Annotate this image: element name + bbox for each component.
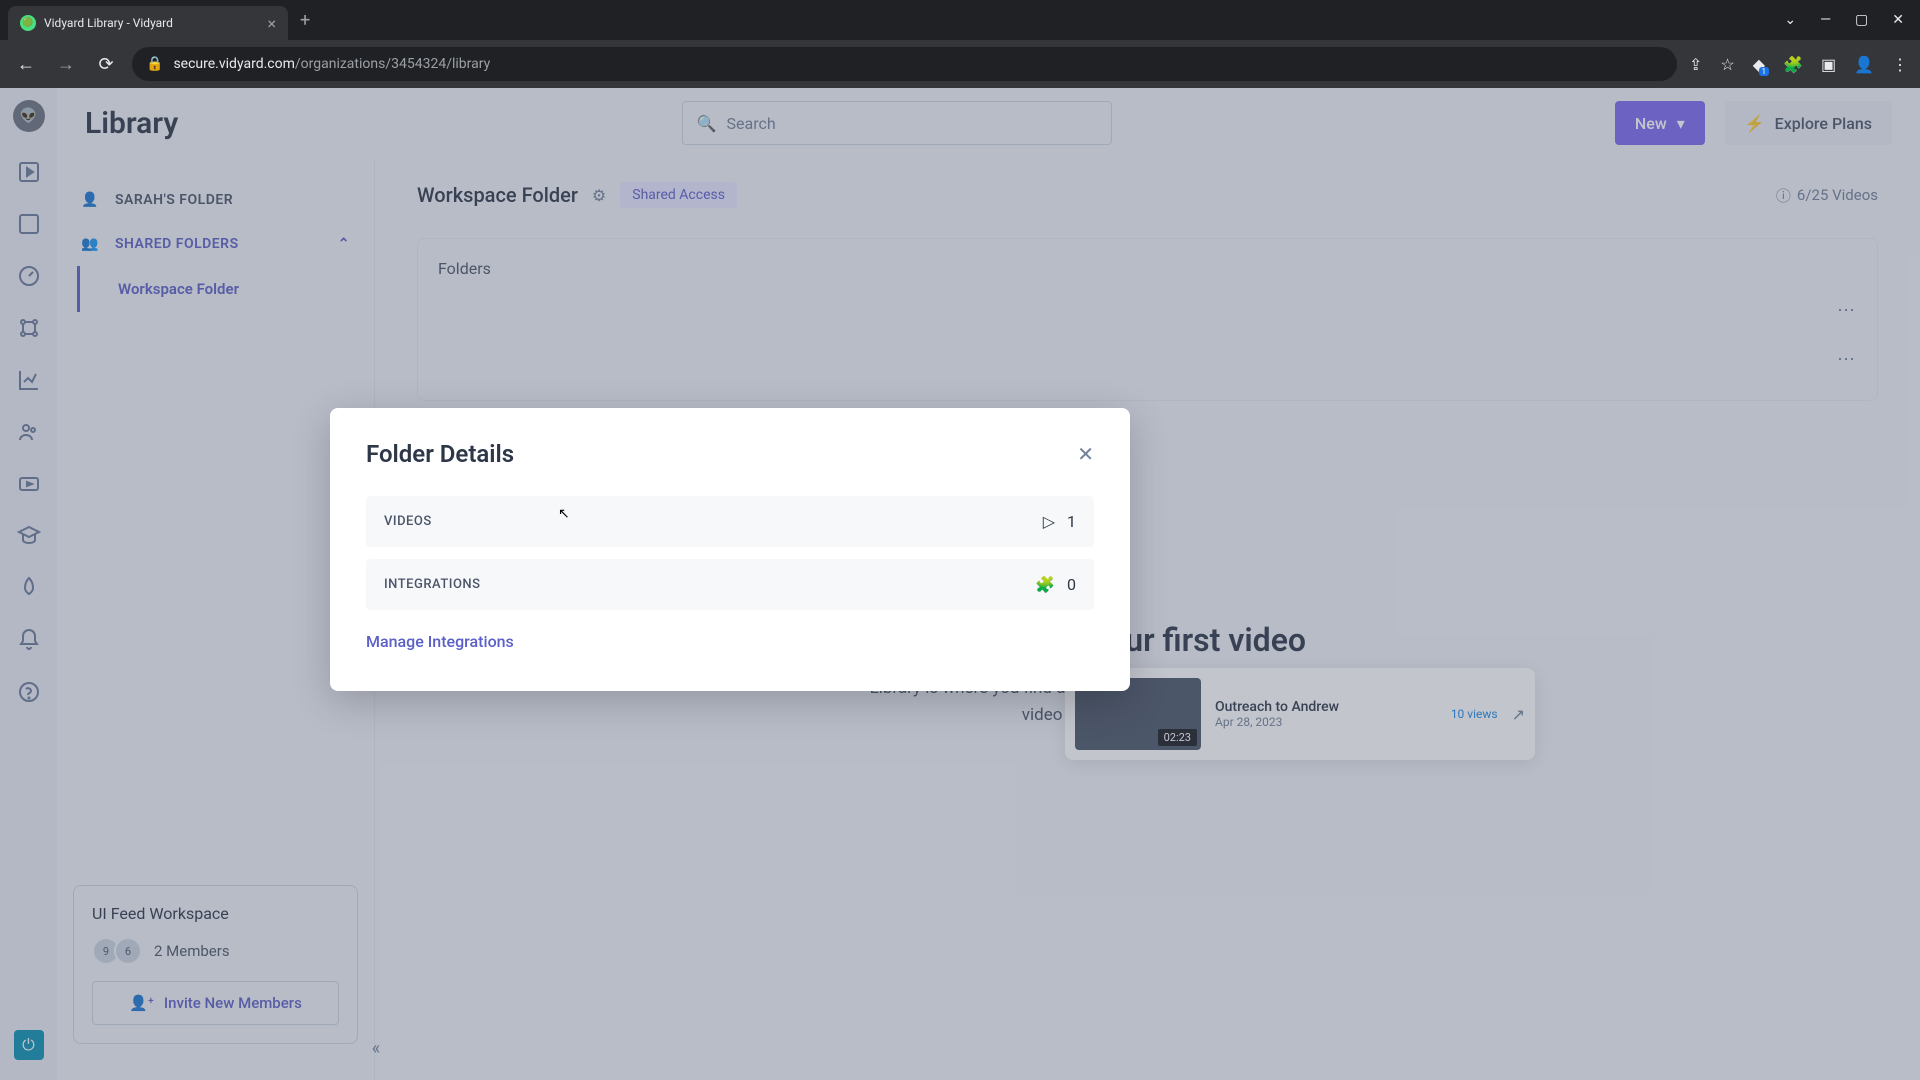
profile-icon[interactable]: 👤: [1854, 55, 1874, 74]
nav-reload-icon[interactable]: ⟳: [92, 54, 120, 75]
puzzle-icon: 🧩: [1035, 575, 1055, 594]
folder-details-modal: Folder Details ✕ VIDEOS ▷ 1 INTEGRATIONS…: [330, 408, 1130, 691]
nav-back-icon[interactable]: ←: [12, 54, 40, 75]
modal-title: Folder Details: [366, 440, 514, 468]
manage-integrations-link[interactable]: Manage Integrations: [366, 632, 514, 651]
share-icon[interactable]: ⇪: [1689, 55, 1702, 74]
minimize-icon[interactable]: —: [1820, 12, 1831, 28]
url-input[interactable]: 🔒 secure.vidyard.com/organizations/34543…: [132, 47, 1677, 81]
sidepanel-icon[interactable]: ▣: [1821, 55, 1836, 74]
new-tab-button[interactable]: +: [300, 10, 310, 31]
stat-label: VIDEOS: [384, 514, 432, 529]
play-icon: ▷: [1043, 512, 1055, 531]
menu-icon[interactable]: ⋮: [1892, 55, 1908, 74]
tab-close-icon[interactable]: ×: [267, 14, 276, 33]
extensions-icon[interactable]: 🧩: [1783, 55, 1803, 74]
stat-value: 1: [1067, 512, 1076, 531]
stat-videos: VIDEOS ▷ 1: [366, 496, 1094, 547]
close-window-icon[interactable]: ✕: [1892, 12, 1904, 28]
nav-forward-icon[interactable]: →: [52, 54, 80, 75]
browser-tab[interactable]: 🟢 Vidyard Library - Vidyard ×: [8, 6, 288, 40]
stat-integrations: INTEGRATIONS 🧩 0: [366, 559, 1094, 610]
browser-url-bar: ← → ⟳ 🔒 secure.vidyard.com/organizations…: [0, 40, 1920, 88]
tabs-dropdown-icon[interactable]: ⌄: [1784, 12, 1796, 28]
bookmark-icon[interactable]: ☆: [1720, 55, 1734, 74]
tab-favicon-icon: 🟢: [20, 15, 36, 31]
stat-value: 0: [1067, 575, 1076, 594]
tab-title: Vidyard Library - Vidyard: [44, 16, 259, 30]
close-icon[interactable]: ✕: [1077, 442, 1094, 466]
maximize-icon[interactable]: ▢: [1855, 12, 1868, 28]
extension-icon[interactable]: ◆1: [1753, 55, 1765, 74]
stat-label: INTEGRATIONS: [384, 577, 481, 592]
browser-tab-bar: 🟢 Vidyard Library - Vidyard × + ⌄ — ▢ ✕: [0, 0, 1920, 40]
url-text: secure.vidyard.com/organizations/3454324…: [173, 56, 1663, 72]
lock-icon: 🔒: [146, 56, 163, 72]
